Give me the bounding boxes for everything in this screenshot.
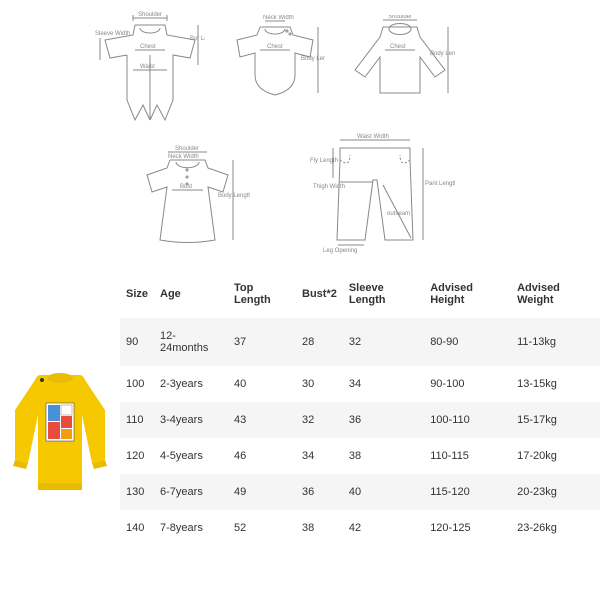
cell-top_length: 52 — [228, 510, 296, 546]
col-size: Size — [120, 270, 154, 318]
cell-advised_weight: 13-15kg — [511, 366, 600, 402]
table-row: 1306-7years493640115-12020-23kg — [120, 474, 600, 510]
cell-advised_weight: 15-17kg — [511, 402, 600, 438]
top-shoulder-label: Shoulder — [388, 15, 412, 20]
romper-waist-label: Waist — [140, 64, 155, 70]
cell-age: 2-3years — [154, 366, 228, 402]
dress-bodylen-label: Body Length — [218, 193, 250, 199]
table-row: 9012-24months37283280-9011-13kg — [120, 318, 600, 366]
cell-sleeve_length: 38 — [343, 438, 424, 474]
cell-sleeve_length: 40 — [343, 474, 424, 510]
romper-sleeve-width-label: Sleeve Width — [95, 31, 130, 37]
cell-advised_weight: 17-20kg — [511, 438, 600, 474]
cell-advised_weight: 20-23kg — [511, 474, 600, 510]
col-advised-height: Advised Height — [424, 270, 511, 318]
cell-age: 3-4years — [154, 402, 228, 438]
top-chest-label: Chest — [390, 44, 406, 50]
dress-neck-label: Neck Width — [168, 154, 199, 160]
pants-diagram: Waist Width Fly Length Thigh Width Leg O… — [305, 130, 455, 255]
table-row: 1204-5years463438110-11517-20kg — [120, 438, 600, 474]
cell-age: 7-8years — [154, 510, 228, 546]
table-row: 1407-8years523842120-12523-26kg — [120, 510, 600, 546]
cell-size: 120 — [120, 438, 154, 474]
cell-size: 90 — [120, 318, 154, 366]
pants-length-label: Pant Length — [425, 181, 455, 187]
onesie-neck-label: Neck Width — [263, 15, 294, 21]
cell-sleeve_length: 32 — [343, 318, 424, 366]
onesie-diagram: Neck Width Chest Body Length — [225, 15, 325, 105]
cell-advised_height: 80-90 — [424, 318, 511, 366]
size-table: Size Age Top Length Bust*2 Sleeve Length… — [120, 270, 600, 546]
col-sleeve-length: Sleeve Length — [343, 270, 424, 318]
cell-bust2: 30 — [296, 366, 343, 402]
dress-bust-label: Bust — [180, 184, 192, 190]
size-table-column: Size Age Top Length Bust*2 Sleeve Length… — [120, 270, 600, 600]
cell-sleeve_length: 36 — [343, 402, 424, 438]
cell-size: 130 — [120, 474, 154, 510]
cell-age: 12-24months — [154, 318, 228, 366]
dress-shoulder-label: Shoulder — [175, 146, 199, 152]
top-diagram: Shoulder Chest Body Length — [345, 15, 455, 105]
cell-advised_height: 90-100 — [424, 366, 511, 402]
col-bust2: Bust*2 — [296, 270, 343, 318]
cell-size: 100 — [120, 366, 154, 402]
size-table-header-row: Size Age Top Length Bust*2 Sleeve Length… — [120, 270, 600, 318]
cell-top_length: 37 — [228, 318, 296, 366]
cell-sleeve_length: 42 — [343, 510, 424, 546]
cell-age: 6-7years — [154, 474, 228, 510]
romper-shoulder-label: Shoulder — [138, 12, 162, 18]
cell-advised_height: 120-125 — [424, 510, 511, 546]
cell-top_length: 46 — [228, 438, 296, 474]
table-row: 1002-3years40303490-10013-15kg — [120, 366, 600, 402]
table-row: 1103-4years433236100-11015-17kg — [120, 402, 600, 438]
product-sweatshirt-image — [10, 365, 110, 505]
size-chart-section: Size Age Top Length Bust*2 Sleeve Length… — [0, 270, 600, 600]
cell-top_length: 43 — [228, 402, 296, 438]
cell-bust2: 32 — [296, 402, 343, 438]
cell-bust2: 38 — [296, 510, 343, 546]
product-image-column — [0, 270, 120, 600]
col-top-length: Top Length — [228, 270, 296, 318]
pants-fly-label: Fly Length — [310, 158, 338, 164]
cell-top_length: 40 — [228, 366, 296, 402]
col-advised-weight: Advised Weight — [511, 270, 600, 318]
pants-waist-label: Waist Width — [357, 134, 389, 140]
cell-bust2: 28 — [296, 318, 343, 366]
cell-advised_height: 100-110 — [424, 402, 511, 438]
cell-sleeve_length: 34 — [343, 366, 424, 402]
cell-age: 4-5years — [154, 438, 228, 474]
onesie-chest-label: Chest — [267, 44, 283, 50]
cell-bust2: 36 — [296, 474, 343, 510]
pants-legopen-label: Leg Opening — [323, 248, 357, 254]
top-bodylen-label: Body Length — [430, 51, 455, 57]
size-table-body: 9012-24months37283280-9011-13kg1002-3yea… — [120, 318, 600, 546]
cell-advised_height: 110-115 — [424, 438, 511, 474]
cell-advised_weight: 23-26kg — [511, 510, 600, 546]
cell-advised_height: 115-120 — [424, 474, 511, 510]
dress-diagram: Shoulder Neck Width Bust Body Length — [130, 145, 250, 255]
onesie-bodylen-label: Body Length — [301, 56, 325, 62]
romper-diagram: Shoulder Sleeve Width Chest Waist Bor Le… — [95, 10, 205, 130]
cell-size: 110 — [120, 402, 154, 438]
col-age: Age — [154, 270, 228, 318]
romper-chest-label: Chest — [140, 44, 156, 50]
romper-bodylen-label: Bor Ler — [190, 36, 205, 42]
pants-outseam-label: outseam — [387, 211, 410, 217]
cell-advised_weight: 11-13kg — [511, 318, 600, 366]
pants-thigh-label: Thigh Width — [313, 184, 345, 190]
cell-bust2: 34 — [296, 438, 343, 474]
measurement-diagrams: Shoulder Sleeve Width Chest Waist Bor Le… — [0, 0, 600, 270]
cell-size: 140 — [120, 510, 154, 546]
cell-top_length: 49 — [228, 474, 296, 510]
